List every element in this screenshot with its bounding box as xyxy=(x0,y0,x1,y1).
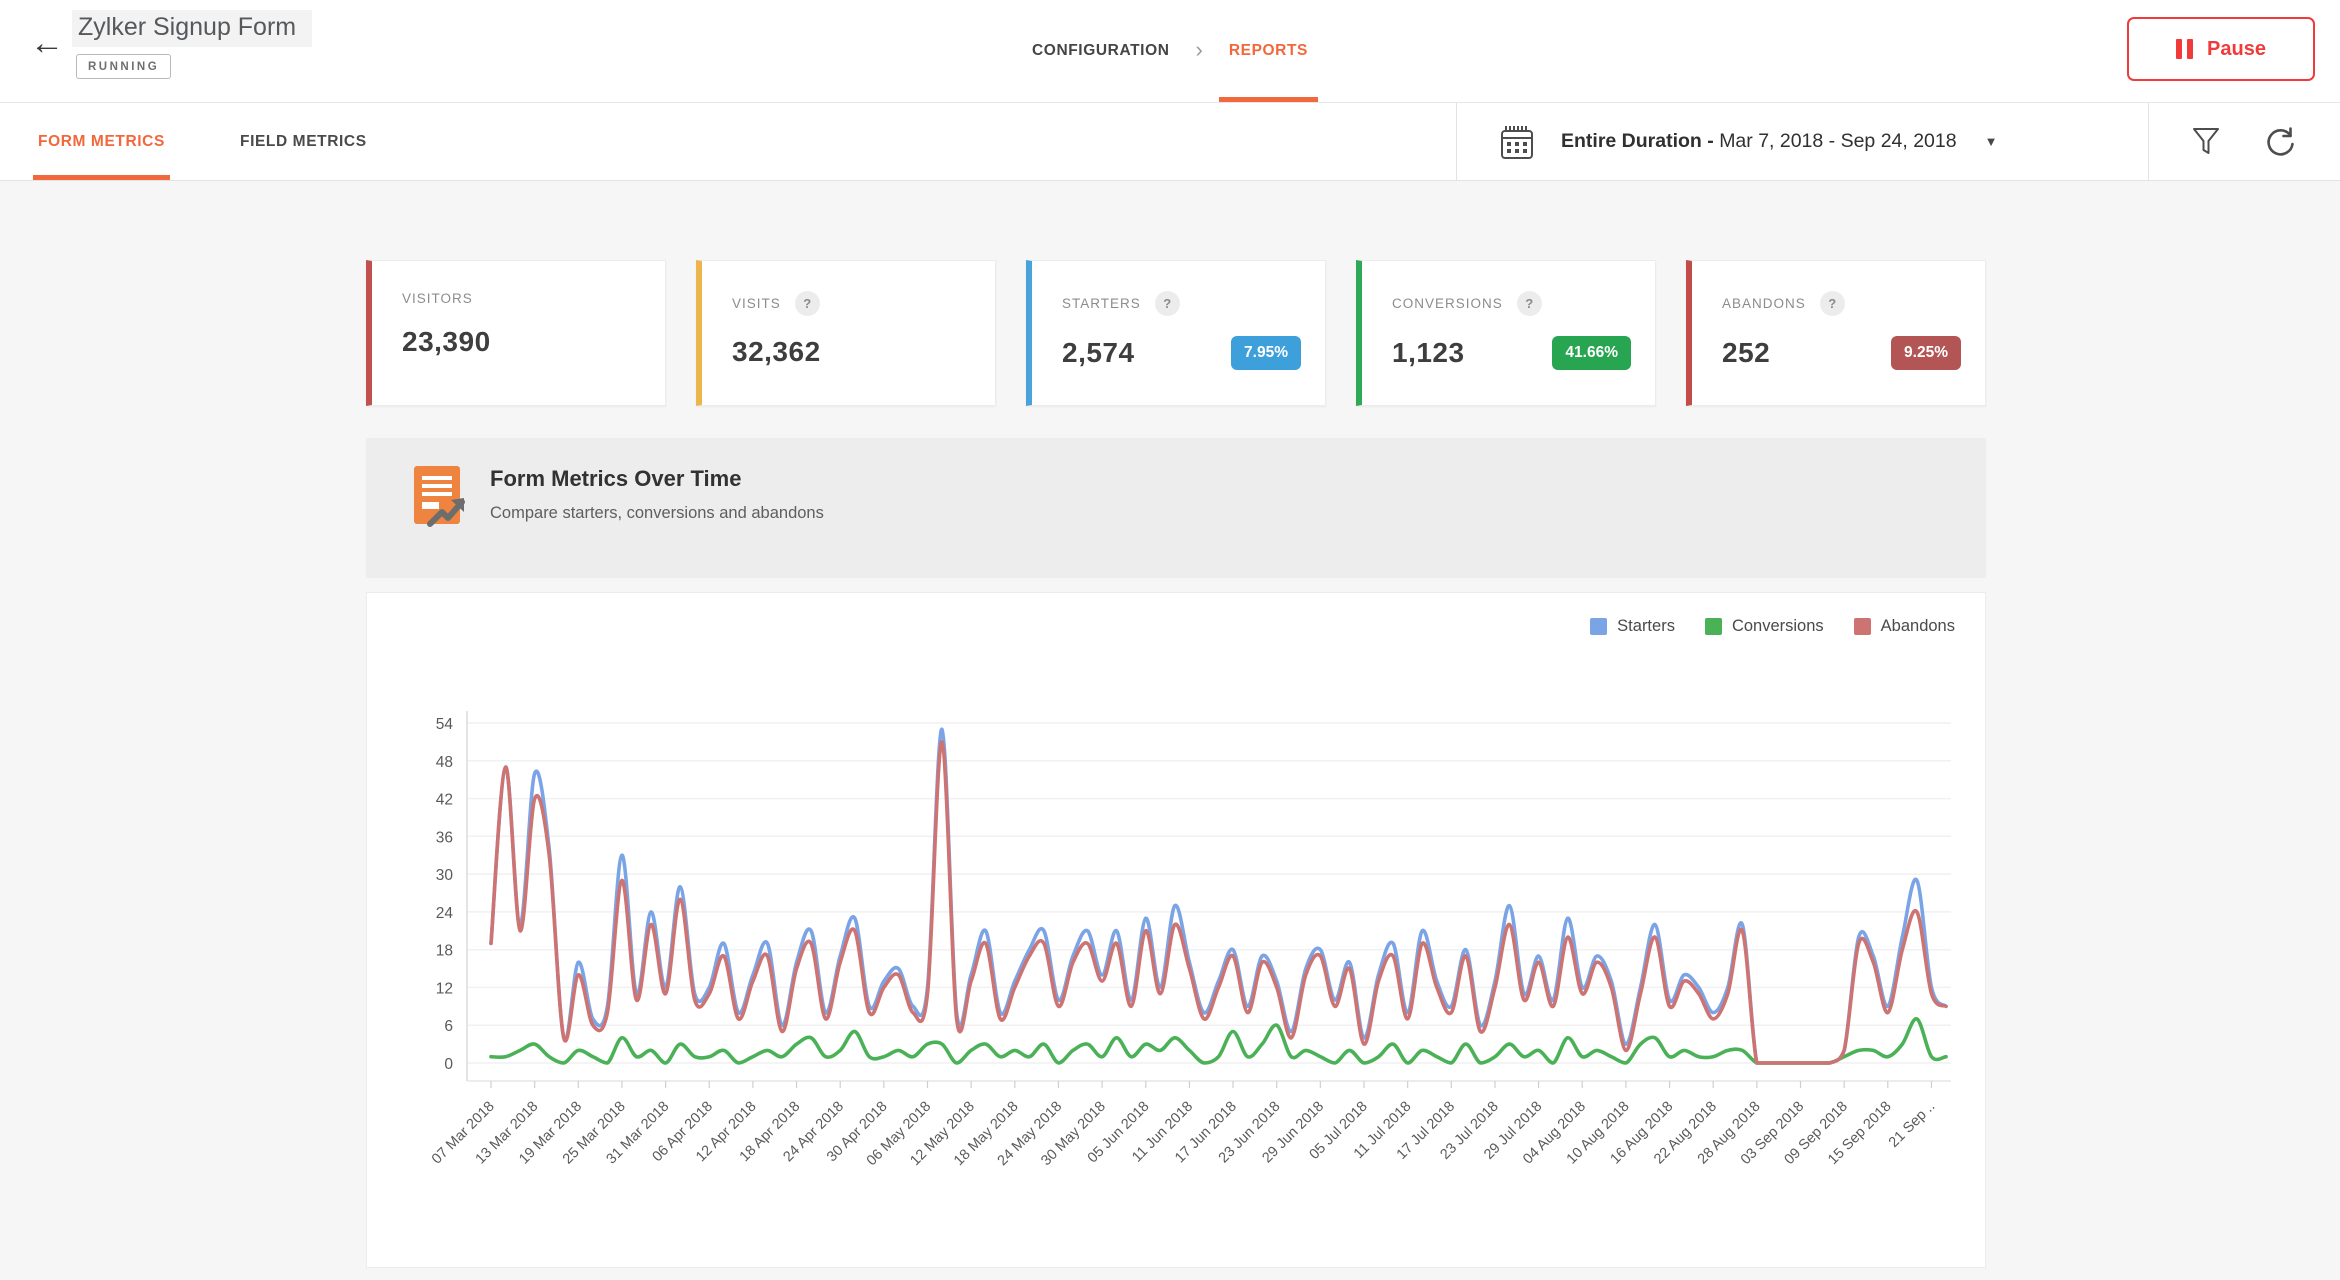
svg-text:30: 30 xyxy=(436,867,454,884)
metric-value: 23,390 xyxy=(402,326,491,357)
pause-icon xyxy=(2176,39,2194,59)
date-range-selector[interactable]: Entire Duration - Mar 7, 2018 - Sep 24, … xyxy=(1456,103,2148,180)
help-icon[interactable]: ? xyxy=(1154,291,1180,316)
refresh-icon[interactable] xyxy=(2264,125,2298,159)
metric-value: 252 xyxy=(1722,337,1771,368)
metric-label: ABANDONS xyxy=(1722,296,1806,311)
metric-card-visits: VISITS? 32,362 xyxy=(696,260,996,406)
metric-cards-row: VISITORS 23,390 VISITS? 32,362 STARTERS? 2,57… xyxy=(366,260,1986,406)
metric-value: 32,362 xyxy=(732,336,821,367)
back-arrow-icon[interactable]: ← xyxy=(30,26,64,60)
filter-icon[interactable] xyxy=(2191,126,2221,158)
breadcrumb-reports[interactable]: REPORTS xyxy=(1229,42,1308,60)
caret-down-icon: ▼ xyxy=(1984,134,1998,149)
page-title: Zylker Signup Form xyxy=(72,10,313,47)
svg-text:6: 6 xyxy=(444,1018,453,1035)
date-range-label: Entire Duration - xyxy=(1561,130,1714,152)
tab-form-metrics[interactable]: FORM METRICS xyxy=(33,103,170,180)
svg-text:36: 36 xyxy=(436,829,453,846)
tab-active-underline xyxy=(33,175,170,180)
metric-label: CONVERSIONS xyxy=(1392,296,1503,311)
svg-text:12: 12 xyxy=(436,980,453,997)
help-icon[interactable]: ? xyxy=(1516,291,1542,316)
svg-text:42: 42 xyxy=(436,792,453,809)
date-range-value: Mar 7, 2018 - Sep 24, 2018 xyxy=(1719,130,1957,152)
metric-rate-badge: 41.66% xyxy=(1552,336,1631,370)
breadcrumb-reports-wrap: REPORTS xyxy=(1218,0,1318,102)
svg-text:21 Sep ..: 21 Sep .. xyxy=(1886,1099,1938,1151)
svg-text:18: 18 xyxy=(436,943,453,960)
svg-text:0: 0 xyxy=(444,1056,453,1073)
metric-card-abandons: ABANDONS? 252 9.25% xyxy=(1686,260,1986,406)
help-icon[interactable]: ? xyxy=(1819,291,1845,316)
series-line-starters xyxy=(489,727,1948,1065)
pause-button[interactable]: Pause xyxy=(2127,17,2315,81)
metric-label: STARTERS xyxy=(1062,296,1141,311)
toolbar-icons xyxy=(2148,103,2340,180)
tab-field-metrics[interactable]: FIELD METRICS xyxy=(240,103,367,180)
page-header: ← Zylker Signup Form RUNNING CONFIGURATI… xyxy=(0,0,2340,103)
calendar-icon xyxy=(1501,125,1533,159)
tab-bar: FORM METRICS FIELD METRICS Entire Durati… xyxy=(0,103,2340,181)
section-title: Form Metrics Over Time xyxy=(490,466,742,491)
report-document-icon xyxy=(414,466,465,527)
date-range-text: Entire Duration - Mar 7, 2018 - Sep 24, … xyxy=(1561,130,1957,153)
svg-text:48: 48 xyxy=(436,754,453,771)
metric-card-visitors: VISITORS 23,390 xyxy=(366,260,666,406)
svg-text:54: 54 xyxy=(436,716,454,733)
metric-rate-badge: 9.25% xyxy=(1891,336,1961,370)
chevron-right-icon: › xyxy=(1195,36,1203,62)
metric-value: 1,123 xyxy=(1392,337,1465,368)
status-badge: RUNNING xyxy=(76,54,172,79)
metric-label: VISITORS xyxy=(402,291,473,306)
help-icon[interactable]: ? xyxy=(794,291,820,316)
metric-card-starters: STARTERS? 2,574 7.95% xyxy=(1026,260,1326,406)
chart-section-header: Form Metrics Over Time Compare starters,… xyxy=(366,438,1986,578)
tab-field-metrics-label: FIELD METRICS xyxy=(240,132,367,150)
pause-button-label: Pause xyxy=(2207,37,2266,60)
chart-panel: Starters Conversions Abandons 0 6 12 18 24 30 36… xyxy=(366,592,1986,1268)
breadcrumb-active-underline xyxy=(1218,97,1318,102)
series-line-abandons xyxy=(489,740,1948,1065)
svg-text:24: 24 xyxy=(436,905,454,922)
metric-value: 2,574 xyxy=(1062,337,1135,368)
metrics-chart: 06121824303642485407 Mar 201813 Mar 2018… xyxy=(429,711,1951,1169)
section-subtitle: Compare starters, conversions and abando… xyxy=(490,504,824,522)
breadcrumb: CONFIGURATION › REPORTS xyxy=(1032,0,1318,102)
tab-form-metrics-label: FORM METRICS xyxy=(38,132,165,150)
metric-rate-badge: 7.95% xyxy=(1231,336,1301,370)
breadcrumb-configuration[interactable]: CONFIGURATION xyxy=(1032,42,1170,60)
metric-card-conversions: CONVERSIONS? 1,123 41.66% xyxy=(1356,260,1656,406)
metric-label: VISITS xyxy=(732,296,781,311)
